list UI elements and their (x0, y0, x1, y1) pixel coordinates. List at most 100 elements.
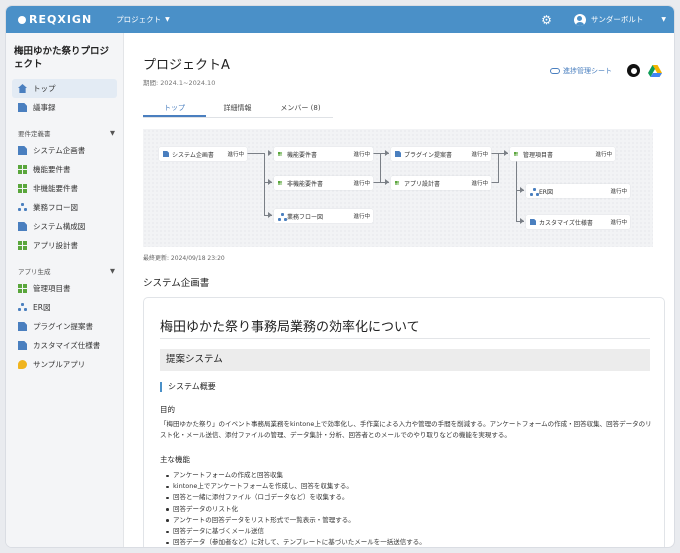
flow-node-nonfunctional-req[interactable]: 非機能要件書 進行中 (274, 176, 373, 190)
document-icon (395, 151, 401, 157)
sidebar-item-plugin-proposal[interactable]: プラグイン提案書 (12, 317, 117, 336)
sidebar-item-top[interactable]: トップ (12, 79, 117, 98)
sidebar-item-system-plan[interactable]: システム企画書 (12, 141, 117, 160)
progress-sheet-link[interactable]: 進捗管理シート (550, 66, 612, 76)
sidebar-item-label: 業務フロー図 (33, 203, 78, 212)
app-window: REQXIGN プロジェクト ▼ ⚙ サンダーボルト ▼ 梅田ゆかた祭りプロジェ… (6, 6, 674, 547)
grid-icon (514, 151, 519, 157)
top-bar: REQXIGN プロジェクト ▼ ⚙ サンダーボルト ▼ (6, 6, 674, 33)
status-badge: 進行中 (471, 152, 488, 158)
google-drive-icon[interactable] (648, 65, 662, 77)
arrow-icon (268, 179, 272, 185)
flow-node-er-diagram[interactable]: ER図 進行中 (526, 184, 630, 198)
arrow-icon (504, 150, 508, 156)
flow-icon (278, 213, 284, 219)
sidebar-item-business-flow[interactable]: 業務フロー図 (12, 198, 117, 217)
sidebar-item-app-design[interactable]: アプリ設計書 (12, 236, 117, 255)
flow-node-management-items[interactable]: 管理項目書 進行中 (510, 147, 615, 161)
list-item: 回答データのリスト化 (166, 504, 646, 515)
flow-node-label: アプリ設計書 (404, 180, 441, 188)
arrow-icon (520, 187, 524, 193)
sidebar-item-label: アプリ設計書 (33, 241, 78, 250)
flow-icon (18, 303, 27, 312)
flow-node-label: プラグイン提案書 (404, 151, 453, 159)
features-list: アンケートフォームの作成と回答収集 kintone上でアンケートフォームを作成し… (166, 470, 646, 547)
tab-details[interactable]: 詳細情報 (206, 102, 269, 117)
sidebar-item-system-architecture[interactable]: システム構成図 (12, 217, 117, 236)
sidebar-section-label: 要件定義書 (18, 130, 51, 138)
flow-node-label: 管理項目書 (523, 151, 554, 159)
chat-bubble-icon (18, 360, 27, 369)
project-menu[interactable]: プロジェクト ▼ (116, 14, 170, 25)
flow-node-label: システム企画書 (172, 151, 214, 159)
document-heading: 梅田ゆかた祭り事務局業務の効率化について (160, 320, 420, 335)
sidebar-item-er-diagram[interactable]: ER図 (12, 298, 117, 317)
grid-icon (18, 184, 27, 193)
flow-node-functional-req[interactable]: 機能要件書 進行中 (274, 147, 373, 161)
sidebar-item-label: システム企画書 (33, 146, 86, 155)
flow-node-app-design[interactable]: アプリ設計書 進行中 (391, 176, 491, 190)
sidebar-project-name: 梅田ゆかた祭りプロジェクト (14, 46, 110, 70)
project-menu-label: プロジェクト (116, 15, 162, 24)
sidebar-item-management-items[interactable]: 管理項目書 (12, 279, 117, 298)
document-flow-diagram: システム企画書 進行中 機能要件書 進行中 非機能要件書 進行中 業務フロー図 … (143, 129, 653, 247)
document-icon (163, 151, 169, 157)
sidebar-item-label: 議事録 (33, 103, 56, 112)
flow-node-plugin-proposal[interactable]: プラグイン提案書 進行中 (391, 147, 491, 161)
flow-node-business-flow[interactable]: 業務フロー図 進行中 (274, 209, 373, 223)
sidebar-section-app-generation[interactable]: アプリ生成 ▼ (18, 263, 115, 279)
caret-down-icon[interactable]: ▼ (661, 16, 666, 23)
tab-members[interactable]: メンバー (8) (269, 102, 332, 117)
list-item: アンケートの回答データをリスト形式で一覧表示・管理する。 (166, 515, 646, 526)
sidebar-item-label: 機能要件書 (33, 165, 71, 174)
flow-node-label: 非機能要件書 (287, 180, 324, 188)
user-name[interactable]: サンダーボルト (591, 14, 644, 25)
gear-icon[interactable]: ⚙ (541, 13, 552, 27)
github-icon[interactable] (627, 64, 640, 77)
connector-line (247, 153, 264, 154)
sidebar-item-nonfunctional-req[interactable]: 非機能要件書 (12, 179, 117, 198)
user-avatar-icon[interactable] (573, 13, 586, 26)
grid-icon (18, 165, 27, 174)
list-item: 回答データ（参加者など）に対して、テンプレートに基づいたメールを一括送信する。 (166, 537, 646, 547)
sidebar-item-minutes[interactable]: 議事録 (12, 98, 117, 117)
arrow-icon (268, 212, 272, 218)
home-icon (18, 84, 27, 93)
caret-down-icon: ▼ (110, 129, 115, 137)
progress-sheet-label: 進捗管理シート (563, 67, 612, 75)
sidebar-item-sample-app[interactable]: サンプルアプリ (12, 355, 117, 374)
connector-line (498, 153, 499, 183)
project-period: 期間: 2024.1~2024.10 (143, 79, 216, 87)
logo-text: REQXIGN (29, 13, 93, 26)
caret-down-icon: ▼ (110, 267, 115, 275)
page-title: プロジェクトA (143, 58, 230, 73)
arrow-icon (385, 179, 389, 185)
flow-icon (18, 203, 27, 212)
sidebar-item-label: カスタマイズ仕様書 (33, 341, 101, 350)
arrow-icon (520, 218, 524, 224)
connector-line (373, 153, 380, 154)
flow-node-customize-spec[interactable]: カスタマイズ仕様書 進行中 (526, 215, 630, 229)
status-badge: 進行中 (610, 220, 627, 226)
status-badge: 進行中 (353, 214, 370, 220)
tab-top[interactable]: トップ (143, 102, 206, 117)
logo-mark-icon (18, 15, 26, 24)
status-badge: 進行中 (610, 189, 627, 195)
main-content: プロジェクトA 期間: 2024.1~2024.10 進捗管理シート トップ 詳… (124, 33, 674, 547)
list-item: アンケートフォームの作成と回答収集 (166, 470, 646, 481)
arrow-icon (268, 150, 272, 156)
sidebar-item-label: トップ (33, 84, 56, 93)
document-icon (18, 146, 27, 155)
sidebar-item-label: システム構成図 (33, 222, 86, 231)
flow-node-label: 機能要件書 (287, 151, 318, 159)
grid-icon (278, 180, 283, 186)
flow-node-system-plan[interactable]: システム企画書 進行中 (159, 147, 247, 161)
app-logo[interactable]: REQXIGN (18, 13, 92, 26)
sidebar-item-functional-req[interactable]: 機能要件書 (12, 160, 117, 179)
grid-icon (278, 151, 283, 157)
sidebar-item-customize-spec[interactable]: カスタマイズ仕様書 (12, 336, 117, 355)
sidebar-item-label: 管理項目書 (33, 284, 71, 293)
caret-down-icon: ▼ (165, 16, 170, 23)
flow-node-label: ER図 (539, 188, 553, 196)
sidebar-section-requirements[interactable]: 要件定義書 ▼ (18, 125, 115, 141)
